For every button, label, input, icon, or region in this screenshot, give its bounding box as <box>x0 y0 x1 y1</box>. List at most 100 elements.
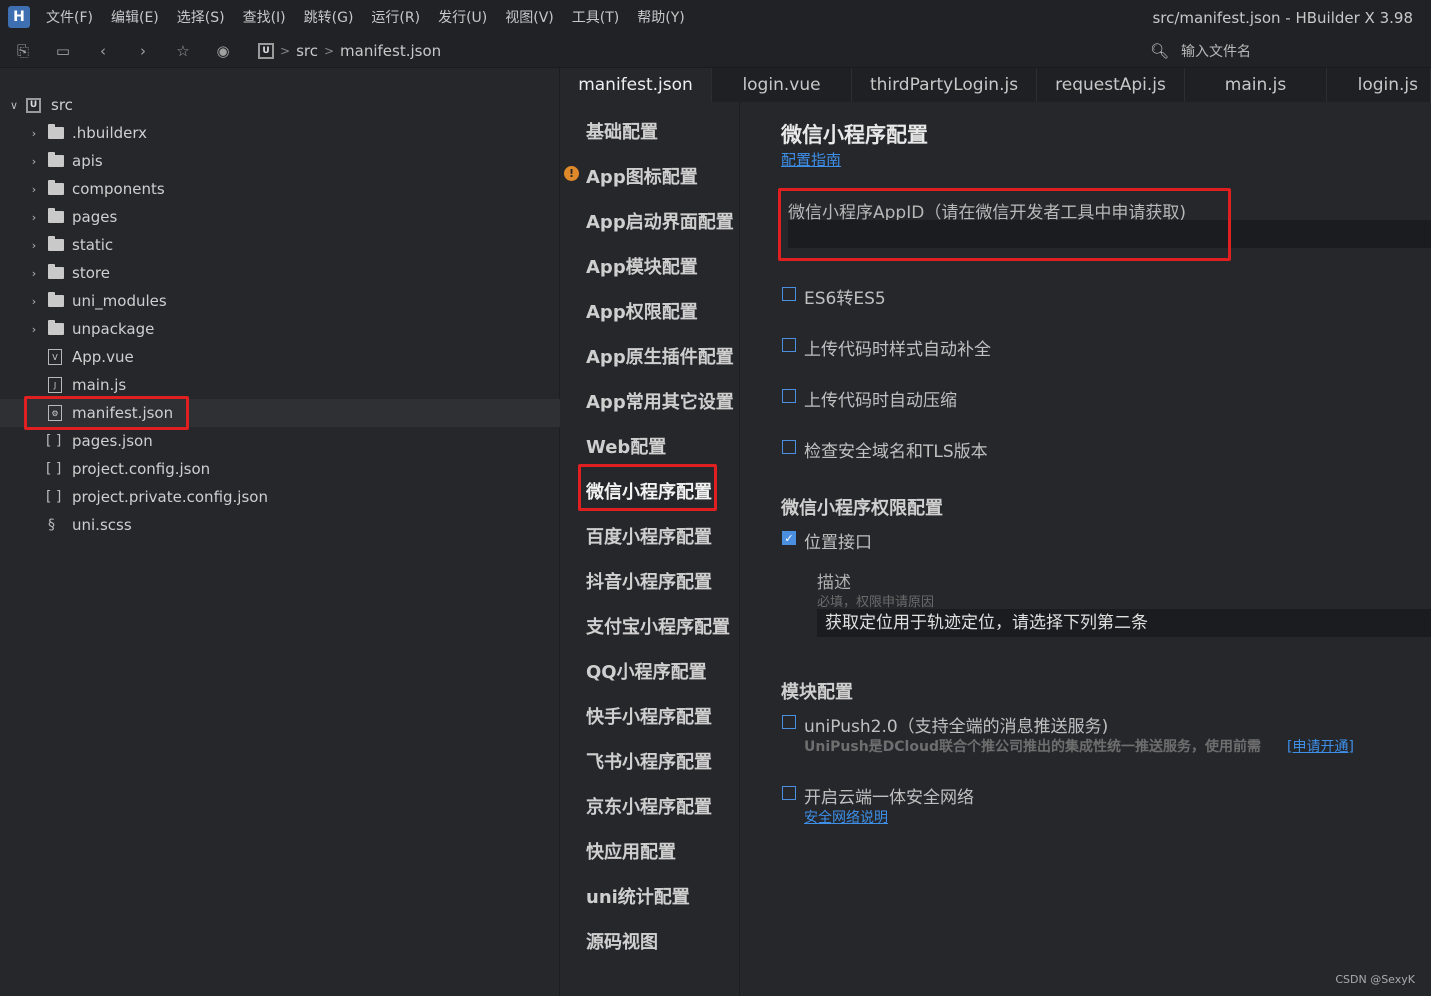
tree-folder[interactable]: › unpackage <box>0 315 560 343</box>
back-icon[interactable]: ‹ <box>94 42 112 60</box>
chevron-right-icon[interactable]: › <box>28 127 40 140</box>
security-network-link[interactable]: 安全网络说明 <box>804 807 888 827</box>
es6-to-es5-checkbox[interactable] <box>782 287 796 301</box>
nav-jd-mp[interactable]: 京东小程序配置 <box>586 793 712 819</box>
project-icon: U <box>258 42 274 59</box>
nav-app-splash[interactable]: App启动界面配置 <box>586 208 734 234</box>
save-icon[interactable]: ▭ <box>54 42 72 60</box>
toolbar: ⎘ ▭ ‹ › ☆ ◉ U > src > manifest.json 🔍︎ 输… <box>0 34 1431 68</box>
tree-file[interactable]: J main.js <box>0 371 560 399</box>
nav-web[interactable]: Web配置 <box>586 433 666 459</box>
tree-label: pages <box>72 208 118 226</box>
chevron-right-icon[interactable]: › <box>28 239 40 252</box>
nav-app-modules[interactable]: App模块配置 <box>586 253 698 279</box>
menu-select[interactable]: 选择(S) <box>177 7 225 27</box>
tree-folder[interactable]: › uni_modules <box>0 287 560 315</box>
nav-app-other[interactable]: App常用其它设置 <box>586 388 734 414</box>
nav-kuaishou-mp[interactable]: 快手小程序配置 <box>586 703 712 729</box>
file-search-input[interactable]: 输入文件名 <box>1181 41 1251 61</box>
menu-run[interactable]: 运行(R) <box>371 7 420 27</box>
nav-quickapp[interactable]: 快应用配置 <box>586 838 676 864</box>
tree-label: store <box>72 264 110 282</box>
tab-requestapi-js[interactable]: requestApi.js <box>1037 68 1185 102</box>
location-label: 位置接口 <box>804 533 872 553</box>
tab-login-vue[interactable]: login.vue <box>712 68 852 102</box>
menu-file[interactable]: 文件(F) <box>46 7 93 27</box>
cloud-security-checkbox[interactable] <box>782 786 796 800</box>
breadcrumb-src[interactable]: src <box>296 42 318 60</box>
tree-folder[interactable]: › pages <box>0 203 560 231</box>
chevron-right-icon[interactable]: › <box>28 155 40 168</box>
nav-app-icon[interactable]: App图标配置 <box>586 163 698 189</box>
new-file-icon[interactable]: ⎘ <box>14 42 32 60</box>
tree-folder[interactable]: › apis <box>0 147 560 175</box>
breadcrumb-file[interactable]: manifest.json <box>340 42 441 60</box>
menu-tools[interactable]: 工具(T) <box>572 7 619 27</box>
tab-login-js[interactable]: login.js <box>1327 68 1431 102</box>
tab-thirdpartylogin-js[interactable]: thirdPartyLogin.js <box>852 68 1037 102</box>
style-autoprefix-checkbox[interactable] <box>782 338 796 352</box>
tree-file[interactable]: V App.vue <box>0 343 560 371</box>
nav-baidu-mp[interactable]: 百度小程序配置 <box>586 523 712 549</box>
tree-folder[interactable]: › store <box>0 259 560 287</box>
tree-folder[interactable]: › static <box>0 231 560 259</box>
menu-publish[interactable]: 发行(U) <box>438 7 487 27</box>
menu-goto[interactable]: 跳转(G) <box>304 7 354 27</box>
nav-app-permissions[interactable]: App权限配置 <box>586 298 698 324</box>
config-guide-link[interactable]: 配置指南 <box>781 149 841 170</box>
tree-label: unpackage <box>72 320 155 338</box>
highlight-box <box>24 396 189 430</box>
menu-view[interactable]: 视图(V) <box>505 7 554 27</box>
nav-source-view[interactable]: 源码视图 <box>586 928 658 954</box>
js-file-icon: J <box>48 377 62 393</box>
chevron-right-icon[interactable]: › <box>28 183 40 196</box>
checkbox-label: 上传代码时样式自动补全 <box>804 340 991 360</box>
tab-main-js[interactable]: main.js <box>1185 68 1327 102</box>
unipush-label: uniPush2.0（支持全端的消息推送服务) <box>804 717 1109 737</box>
tree-file[interactable]: [ ] project.private.config.json <box>0 483 560 511</box>
chevron-right-icon[interactable]: › <box>28 211 40 224</box>
nav-uni-stat[interactable]: uni统计配置 <box>586 883 690 909</box>
unipush-checkbox[interactable] <box>782 715 796 729</box>
unipush-description: UniPush是DCloud联合个推公司推出的集成性统一推送服务，使用前需 <box>804 739 1261 755</box>
chevron-right-icon[interactable]: › <box>28 267 40 280</box>
tree-file[interactable]: § uni.scss <box>0 511 560 539</box>
nav-basic[interactable]: 基础配置 <box>586 118 658 144</box>
tab-manifest-json[interactable]: manifest.json <box>560 68 712 102</box>
hbuilder-logo-icon: H <box>8 6 30 28</box>
menu-find[interactable]: 查找(I) <box>243 7 286 27</box>
folder-icon <box>48 208 64 223</box>
tree-file[interactable]: [ ] project.config.json <box>0 455 560 483</box>
run-icon[interactable]: ◉ <box>214 42 232 60</box>
folder-icon <box>48 292 64 307</box>
minify-checkbox[interactable] <box>782 389 796 403</box>
chevron-down-icon[interactable]: ∨ <box>8 99 20 112</box>
unipush-apply-link[interactable]: [申请开通] <box>1287 736 1354 756</box>
warning-icon: ! <box>564 166 579 181</box>
description-input[interactable]: 获取定位用于轨迹定位，请选择下列第二条 <box>817 609 1431 637</box>
description-hint: 必填，权限申请原因 <box>817 595 935 610</box>
nav-douyin-mp[interactable]: 抖音小程序配置 <box>586 568 712 594</box>
permission-section-title: 微信小程序权限配置 <box>781 498 943 519</box>
tree-file[interactable]: [ ] pages.json <box>0 427 560 455</box>
tree-folder[interactable]: › .hbuilderx <box>0 119 560 147</box>
file-search[interactable]: 🔍︎ 输入文件名 <box>1150 41 1251 61</box>
breadcrumb-separator: > <box>280 43 291 58</box>
chevron-right-icon[interactable]: › <box>28 295 40 308</box>
star-icon[interactable]: ☆ <box>174 42 192 60</box>
tree-label: main.js <box>72 376 127 394</box>
tree-root-src[interactable]: ∨ U src <box>0 91 560 119</box>
nav-app-native-plugins[interactable]: App原生插件配置 <box>586 343 734 369</box>
tree-folder[interactable]: › components <box>0 175 560 203</box>
location-checkbox[interactable]: ✓ <box>782 531 796 545</box>
nav-alipay-mp[interactable]: 支付宝小程序配置 <box>586 613 730 639</box>
chevron-right-icon[interactable]: › <box>28 323 40 336</box>
highlight-box <box>578 464 717 511</box>
forward-icon[interactable]: › <box>134 42 152 60</box>
nav-feishu-mp[interactable]: 飞书小程序配置 <box>586 748 712 774</box>
nav-qq-mp[interactable]: QQ小程序配置 <box>586 658 707 684</box>
menu-edit[interactable]: 编辑(E) <box>111 7 159 27</box>
window-title: src/manifest.json - HBuilder X 3.98 <box>1152 9 1413 27</box>
menu-help[interactable]: 帮助(Y) <box>637 7 684 27</box>
check-domain-tls-checkbox[interactable] <box>782 440 796 454</box>
